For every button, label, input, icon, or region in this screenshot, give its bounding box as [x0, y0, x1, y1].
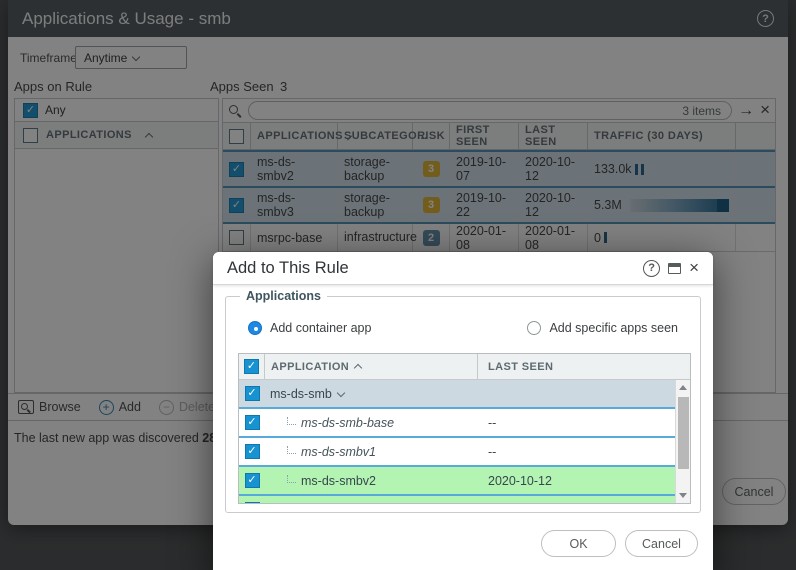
app-row[interactable]: ms-ds-smbv1 --: [239, 438, 690, 467]
radio-container-label: Add container app: [270, 321, 371, 335]
container-app-table: APPLICATION LAST SEEN ms-ds-smb: [238, 353, 691, 504]
header-checkbox[interactable]: [244, 359, 259, 374]
applications-fieldset: Applications Add container app Add speci…: [225, 296, 701, 513]
scrollbar-thumb[interactable]: [678, 397, 689, 469]
tree-branch-icon: [287, 504, 296, 505]
tree-branch-icon: [287, 475, 296, 483]
radio-row: Add container app Add specific apps seen: [248, 321, 678, 335]
row-checkbox[interactable]: [245, 444, 260, 459]
modal-titlebar: Add to This Rule: [213, 252, 713, 285]
tree-branch-icon: [287, 417, 296, 425]
radio-add-container-app[interactable]: [248, 321, 262, 335]
expand-chevron-icon[interactable]: [337, 388, 345, 396]
scrollbar[interactable]: [675, 380, 690, 503]
column-application[interactable]: APPLICATION: [265, 354, 478, 379]
radio-add-specific-apps[interactable]: [527, 321, 541, 335]
modal-table-header: APPLICATION LAST SEEN: [239, 354, 690, 380]
ok-button[interactable]: OK: [541, 530, 616, 557]
app-row-parent[interactable]: ms-ds-smb: [239, 380, 690, 409]
row-checkbox[interactable]: [245, 386, 260, 401]
app-row-seen[interactable]: ms-ds-smbv3 2020-10-12: [239, 496, 690, 504]
app-row[interactable]: ms-ds-smb-base --: [239, 409, 690, 438]
scroll-down-icon[interactable]: [679, 493, 687, 498]
modal-cancel-button[interactable]: Cancel: [625, 530, 698, 557]
row-checkbox[interactable]: [245, 502, 260, 504]
screen: Applications & Usage - smb Timeframe Any…: [0, 0, 796, 570]
add-to-rule-modal: Add to This Rule Applications Add contai…: [213, 252, 713, 570]
sort-asc-icon: [354, 364, 362, 372]
restore-window-icon[interactable]: [668, 263, 681, 274]
close-icon[interactable]: [689, 259, 699, 278]
row-checkbox[interactable]: [245, 473, 260, 488]
row-checkbox[interactable]: [245, 415, 260, 430]
scroll-up-icon[interactable]: [679, 385, 687, 390]
radio-specific-label: Add specific apps seen: [549, 321, 678, 335]
modal-title: Add to This Rule: [227, 259, 349, 278]
app-row-seen[interactable]: ms-ds-smbv2 2020-10-12: [239, 467, 690, 496]
fieldset-legend: Applications: [240, 289, 327, 303]
column-last-seen[interactable]: LAST SEEN: [478, 354, 690, 379]
tree-branch-icon: [287, 446, 296, 454]
help-icon[interactable]: [643, 260, 660, 277]
